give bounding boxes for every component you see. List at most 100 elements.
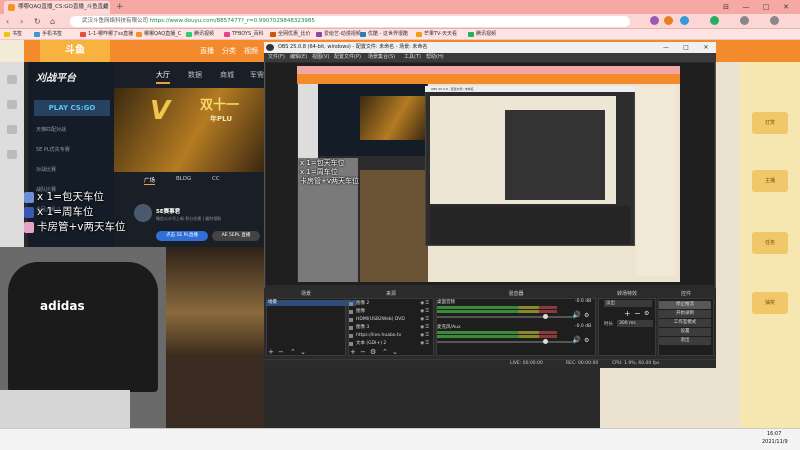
gear-icon[interactable]: ⚙	[584, 337, 589, 344]
duration-input[interactable]: 300 ms	[617, 320, 653, 327]
rail-icon[interactable]	[7, 150, 17, 159]
volume-slider-handle[interactable]	[543, 339, 548, 344]
scene-item[interactable]: 场景	[266, 300, 356, 306]
extension-icon[interactable]	[664, 16, 673, 25]
bookmark-item[interactable]: TFBOYS_百科	[224, 29, 264, 40]
source-item[interactable]: 图像 ◉ ⚿	[348, 308, 430, 315]
promo-banner[interactable]: 主播	[752, 170, 788, 192]
add-transition-icon[interactable]: +	[624, 309, 631, 318]
rail-icon[interactable]	[7, 125, 17, 134]
game-side-item[interactable]: 5E PL优先专赛	[36, 146, 106, 154]
menu-profile[interactable]: 配置文件(P)	[334, 53, 361, 62]
move-down-icon[interactable]: ⌄	[392, 349, 398, 356]
source-item[interactable]: 图像 3 ◉ ⚿	[348, 324, 430, 331]
menu-scene-collection[interactable]: 场景集合(S)	[368, 53, 395, 62]
game-nav-data[interactable]: 数据	[188, 68, 202, 82]
game-nav-supply[interactable]: 军需	[250, 68, 264, 82]
promo-banner[interactable]: 抽奖	[752, 292, 788, 314]
exit-button[interactable]: 退出	[659, 337, 711, 345]
menu-view[interactable]: 视图(V)	[312, 53, 329, 62]
refresh-icon[interactable]: ↻	[34, 15, 41, 28]
game-nav-lobby[interactable]: 大厅	[156, 68, 170, 84]
remove-icon[interactable]: −	[278, 349, 284, 356]
home-icon[interactable]: ⌂	[50, 15, 55, 28]
bookmark-item[interactable]: 全网优惠_比价	[270, 29, 311, 40]
douyu-nav-category[interactable]: 分类	[222, 40, 236, 62]
promo-banner[interactable]: 打赏	[752, 112, 788, 134]
extension-icon[interactable]	[680, 16, 689, 25]
douyu-nav-live[interactable]: 直播	[200, 40, 214, 62]
menu-icon[interactable]	[770, 16, 779, 25]
studio-mode-button[interactable]: 工作室模式	[659, 319, 711, 327]
address-input[interactable]: 武汉斗鱼网络科技有限公司 https://www.douyu.com/88574…	[70, 16, 630, 27]
bookmark-item[interactable]: 优酷 - 这世界很酷	[360, 29, 408, 40]
source-item[interactable]: 文本 (GDI+) 2 ◉ ⚿	[348, 340, 430, 347]
move-up-icon[interactable]: ⌃	[290, 349, 296, 356]
bookmark-item[interactable]: 1-1-哪咋哪了ss直播	[80, 29, 133, 40]
douyu-logo[interactable]: 斗鱼	[40, 40, 110, 62]
gear-icon[interactable]: ⚙	[644, 310, 649, 317]
back-icon[interactable]: ‹	[6, 15, 9, 28]
pl-live-button[interactable]: 点击 5E PL直播	[156, 231, 208, 241]
gear-icon[interactable]: ⚙	[584, 312, 589, 319]
undo-icon[interactable]	[740, 16, 749, 25]
source-item[interactable]: 图像 2 ◉ ⚿	[348, 300, 430, 307]
game-side-item[interactable]: 天梯匹配对战	[36, 126, 106, 134]
bookmark-item[interactable]: 书签	[4, 29, 22, 40]
avatar[interactable]	[134, 204, 152, 222]
bookmark-item[interactable]: 哪哪QAQ直播_C	[136, 29, 181, 40]
promo-banner[interactable]: 任务	[752, 232, 788, 254]
remove-icon[interactable]: −	[360, 349, 366, 356]
volume-slider-handle[interactable]	[543, 314, 548, 319]
bookmark-item[interactable]: 芒果TV-天天看	[416, 29, 457, 40]
add-icon[interactable]: +	[268, 349, 274, 356]
new-tab-button[interactable]: +	[116, 1, 124, 13]
menu-edit[interactable]: 编辑(E)	[290, 53, 307, 62]
menu-file[interactable]: 文件(F)	[268, 53, 285, 62]
speaker-icon[interactable]: 🔊	[572, 311, 581, 319]
play-csgo-button[interactable]: PLAY CS:GO	[34, 100, 110, 116]
tab-square[interactable]: 广场	[144, 176, 156, 185]
minimize-button[interactable]: —	[736, 0, 756, 14]
extension-icon[interactable]	[650, 16, 659, 25]
menu-tools[interactable]: 工具(T)	[404, 53, 421, 62]
bookmark-item[interactable]: 爱给艺-动漫视频	[316, 29, 361, 40]
move-up-icon[interactable]: ⌃	[382, 349, 388, 356]
ae-live-button[interactable]: AE 5EPL 直播	[212, 231, 260, 241]
douyu-nav-video[interactable]: 视频	[244, 40, 258, 62]
settings-button[interactable]: 设置	[659, 328, 711, 336]
obs-maximize[interactable]: □	[676, 42, 696, 53]
source-item[interactable]: HDMI(USB2Web) DVD ◉ ⚿	[348, 316, 430, 323]
volume-slider[interactable]	[437, 316, 572, 318]
start-recording-button[interactable]: 开始录制	[659, 310, 711, 318]
obs-minimize[interactable]: —	[656, 42, 676, 53]
bookmark-item[interactable]: 腾讯视频	[468, 29, 496, 40]
rail-icon[interactable]	[7, 100, 17, 109]
tab-douyu[interactable]: 哪哪QAQ直播_CS:GO直播_斗鱼直播 ×	[4, 1, 110, 14]
extension-icon[interactable]	[710, 16, 719, 25]
menu-icon[interactable]: ⊟	[716, 0, 736, 14]
bookmark-item[interactable]: 腾讯视频	[186, 29, 214, 40]
rail-icon[interactable]	[7, 75, 17, 84]
gear-icon[interactable]: ⚙	[370, 349, 376, 356]
tab-close-icon[interactable]: ×	[102, 1, 107, 14]
game-side-item[interactable]: 对战比赛	[36, 166, 106, 174]
obs-close[interactable]: ✕	[696, 42, 716, 53]
game-promo-banner[interactable]	[114, 88, 264, 172]
forward-icon[interactable]: ›	[20, 15, 23, 28]
menu-help[interactable]: 帮助(H)	[426, 53, 444, 62]
add-icon[interactable]: +	[350, 349, 356, 356]
speaker-icon[interactable]: 🔊	[572, 336, 581, 344]
move-down-icon[interactable]: ⌄	[300, 349, 306, 356]
tab-blog[interactable]: BLOG	[176, 176, 191, 182]
close-window-button[interactable]: ✕	[776, 0, 796, 14]
remove-transition-icon[interactable]: −	[634, 309, 641, 318]
maximize-button[interactable]: □	[756, 0, 776, 14]
game-nav-shop[interactable]: 商城	[220, 68, 234, 82]
stop-streaming-button[interactable]: 停止推流	[659, 301, 711, 309]
source-item[interactable]: https://live.huabo.tv ◉ ⚿	[348, 332, 430, 339]
bookmark-item[interactable]: 手机书签	[34, 29, 62, 40]
transition-select[interactable]: 淡出	[604, 300, 652, 307]
volume-slider[interactable]	[437, 341, 572, 343]
tab-cc[interactable]: CC	[212, 176, 220, 182]
